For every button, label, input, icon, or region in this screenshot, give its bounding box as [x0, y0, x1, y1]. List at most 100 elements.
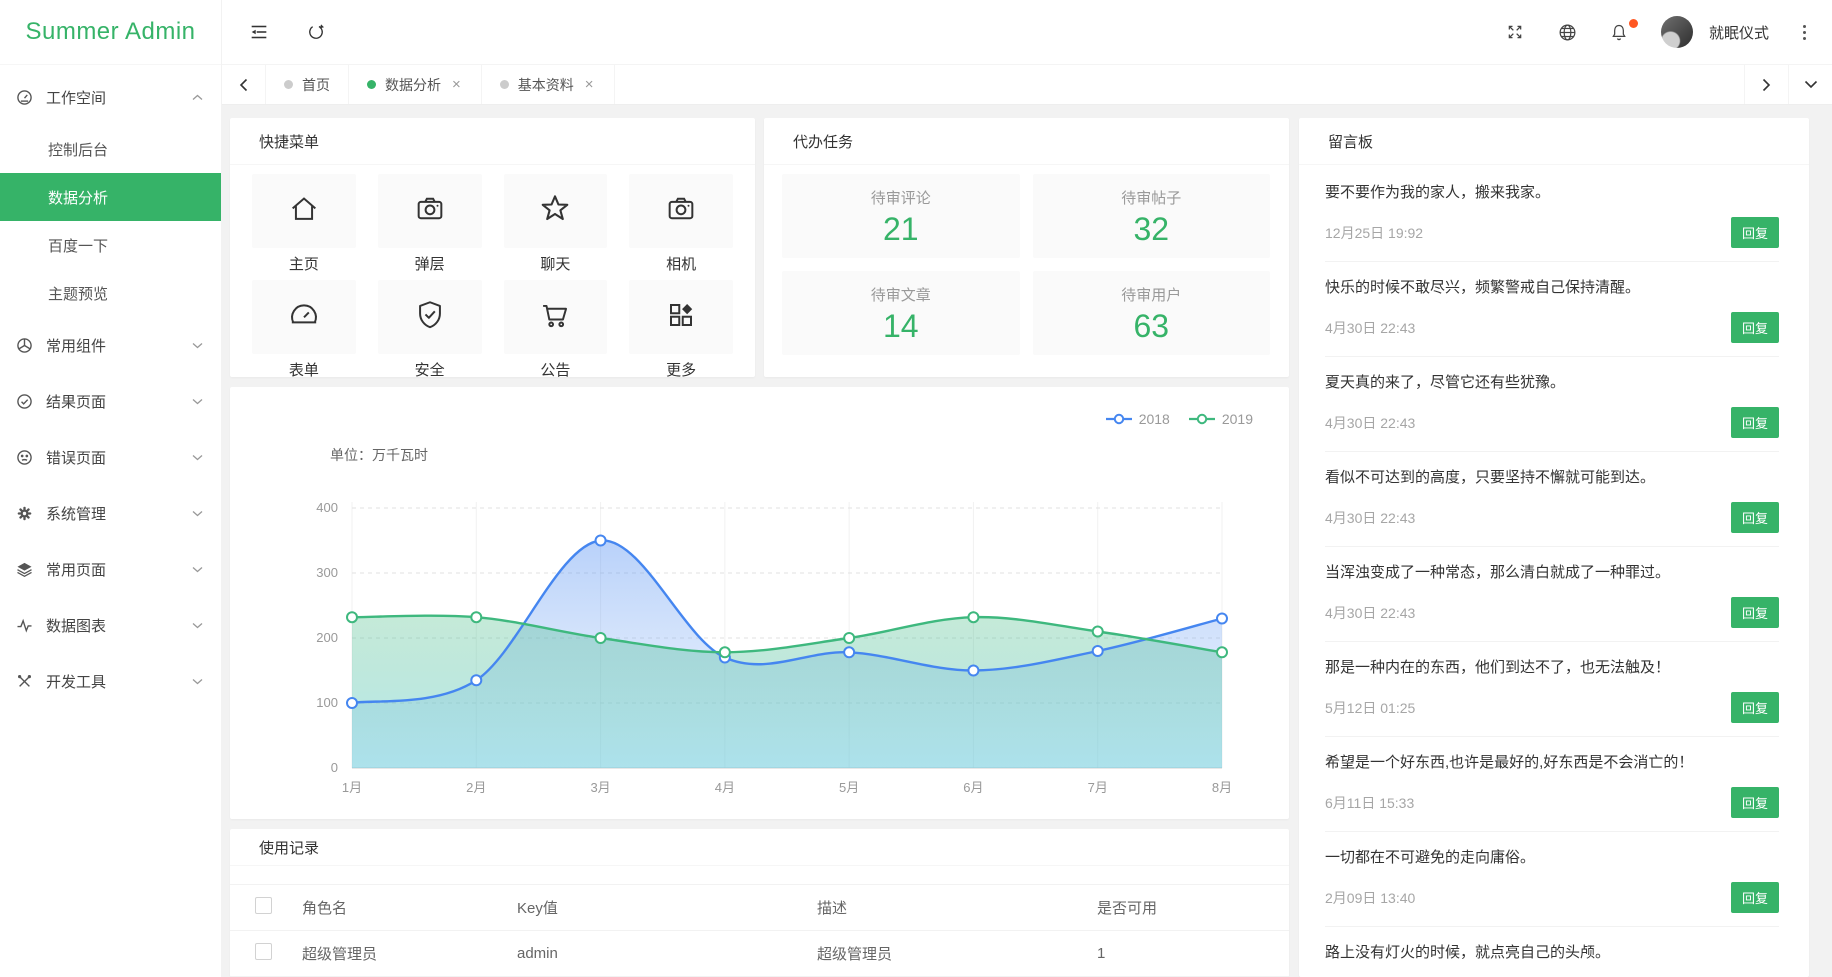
usage-records-card: 使用记录 角色名 Key值 描述 是否可用: [230, 829, 1289, 977]
refresh-icon[interactable]: [306, 21, 328, 43]
tabs-scroll-right-icon[interactable]: [1744, 65, 1788, 104]
camera-icon: [664, 192, 698, 231]
tab-data-analysis[interactable]: 数据分析 ×: [349, 65, 482, 104]
reply-button[interactable]: 回复: [1731, 882, 1779, 913]
usage-table-wrap: 角色名 Key值 描述 是否可用 超级管理员 admi: [230, 866, 1289, 977]
reply-button[interactable]: 回复: [1731, 407, 1779, 438]
tabs-menu-icon[interactable]: [1788, 65, 1832, 104]
home-icon: [287, 192, 321, 231]
fullscreen-icon[interactable]: [1505, 21, 1527, 43]
sidebar-item-data-analysis[interactable]: 数据分析: [0, 173, 221, 221]
column-header: 角色名: [302, 885, 517, 931]
legend-item-2019[interactable]: 2019: [1188, 411, 1253, 427]
legend-item-2018[interactable]: 2018: [1105, 411, 1170, 427]
sidebar-group-data-charts[interactable]: 数据图表: [0, 597, 221, 653]
sidebar-item-control-backend[interactable]: 控制后台: [0, 125, 221, 173]
sidebar-group-error-pages[interactable]: 错误页面: [0, 429, 221, 485]
todo-item-articles[interactable]: 待审文章 14: [782, 271, 1020, 355]
sidebar-group-system[interactable]: 系统管理: [0, 485, 221, 541]
app-window: Summer Admin 工作空间 控制后台 数据分析 百度一下 主题预览: [0, 0, 1832, 977]
main-area: 就眠仪式 首页 数据分析 × 基本资料 ×: [222, 0, 1832, 977]
close-icon[interactable]: ×: [450, 75, 463, 94]
message-date: 4月30日 22:43: [1325, 413, 1415, 433]
message-text: 路上没有灯火的时候，就点亮自己的头颅。: [1325, 941, 1779, 962]
message-date: 5月12日 01:25: [1325, 698, 1415, 718]
more-options-icon[interactable]: [1799, 21, 1810, 44]
sidebar-group-label: 结果页面: [46, 391, 192, 412]
card-title: 代办任务: [764, 118, 1289, 165]
sidebar-group-workspace[interactable]: 工作空间: [0, 69, 221, 125]
list-item: 快乐的时候不敢尽兴，频繁警戒自己保持清醒。 4月30日 22:43 回复: [1325, 262, 1779, 357]
notifications-bell-icon[interactable]: [1609, 21, 1631, 43]
quick-menu-item-form[interactable]: 表单: [252, 280, 356, 382]
quick-menu-item-layer[interactable]: 弹层: [378, 174, 482, 276]
svg-text:3月: 3月: [590, 780, 610, 795]
chevron-down-icon: [192, 510, 203, 517]
sidebar-submenu: 控制后台 数据分析 百度一下 主题预览: [0, 125, 221, 317]
tab-home[interactable]: 首页: [266, 65, 349, 104]
quick-menu-item-chat[interactable]: 聊天: [504, 174, 608, 276]
camera-icon: [413, 192, 447, 231]
quick-menu-item-home[interactable]: 主页: [252, 174, 356, 276]
quick-menu-label: 聊天: [504, 254, 608, 276]
username[interactable]: 就眠仪式: [1709, 22, 1769, 43]
reply-button[interactable]: 回复: [1731, 217, 1779, 248]
reply-button[interactable]: 回复: [1731, 312, 1779, 343]
list-item: 希望是一个好东西,也许是最好的,好东西是不会消亡的！ 6月11日 15:33 回…: [1325, 737, 1779, 832]
quick-menu-item-announcement[interactable]: 公告: [504, 280, 608, 382]
select-all-checkbox[interactable]: [255, 897, 272, 914]
avatar[interactable]: [1661, 16, 1693, 48]
globe-icon[interactable]: [1557, 21, 1579, 43]
message-date: 6月11日 15:33: [1325, 793, 1414, 813]
todo-value: 32: [1033, 211, 1271, 248]
chevron-down-icon: [192, 342, 203, 349]
message-text: 那是一种内在的东西，他们到达不了，也无法触及！: [1325, 656, 1779, 677]
activity-icon: [16, 617, 33, 634]
todo-item-posts[interactable]: 待审帖子 32: [1033, 174, 1271, 258]
svg-text:100: 100: [316, 695, 338, 710]
tools-icon: [16, 673, 33, 690]
svg-text:2月: 2月: [466, 780, 486, 795]
todo-item-comments[interactable]: 待审评论 21: [782, 174, 1020, 258]
todo-item-users[interactable]: 待审用户 63: [1033, 271, 1271, 355]
reply-button[interactable]: 回复: [1731, 787, 1779, 818]
sidebar-item-baidu[interactable]: 百度一下: [0, 221, 221, 269]
quick-menu-label: 主页: [252, 254, 356, 276]
todo-value: 14: [782, 308, 1020, 345]
reply-button[interactable]: 回复: [1731, 502, 1779, 533]
quick-menu-card: 快捷菜单 主页: [230, 118, 755, 377]
quick-menu-item-camera[interactable]: 相机: [629, 174, 733, 276]
tab-basic-info[interactable]: 基本资料 ×: [482, 65, 615, 104]
collapse-menu-icon[interactable]: [248, 21, 270, 43]
tab-dot: [284, 80, 293, 89]
close-icon[interactable]: ×: [583, 75, 596, 94]
quick-menu-item-security[interactable]: 安全: [378, 280, 482, 382]
tabs-scroll-left-icon[interactable]: [222, 65, 266, 104]
sidebar-group-common-pages[interactable]: 常用页面: [0, 541, 221, 597]
legend-label: 2018: [1139, 411, 1170, 427]
list-item: 当浑浊变成了一种常态，那么清白就成了一种罪过。 4月30日 22:43 回复: [1325, 547, 1779, 642]
card-title: 快捷菜单: [230, 118, 755, 165]
sidebar-group-components[interactable]: 常用组件: [0, 317, 221, 373]
sidebar-group-label: 常用页面: [46, 559, 192, 580]
row-checkbox[interactable]: [255, 943, 272, 960]
quick-menu-label: 相机: [629, 254, 733, 276]
sidebar-item-theme-preview[interactable]: 主题预览: [0, 269, 221, 317]
svg-text:4月: 4月: [715, 780, 735, 795]
quick-menu-grid: 主页 弹层: [230, 165, 755, 382]
column-header: 是否可用: [1097, 885, 1289, 931]
message-date: 2月09日 13:40: [1325, 888, 1415, 908]
reply-button[interactable]: 回复: [1731, 597, 1779, 628]
app-logo: Summer Admin: [0, 0, 221, 65]
quick-menu-item-more[interactable]: 更多: [629, 280, 733, 382]
svg-text:0: 0: [331, 760, 338, 775]
sidebar-group-dev-tools[interactable]: 开发工具: [0, 653, 221, 709]
reply-button[interactable]: 回复: [1731, 692, 1779, 723]
tab-label: 基本资料: [518, 75, 574, 95]
shield-check-icon: [413, 298, 447, 337]
todo-label: 待审文章: [782, 284, 1020, 305]
sidebar-group-result-pages[interactable]: 结果页面: [0, 373, 221, 429]
list-item: 看似不可达到的高度，只要坚持不懈就可能到达。 4月30日 22:43 回复: [1325, 452, 1779, 547]
message-date: 4月30日 22:43: [1325, 603, 1415, 623]
svg-text:8月: 8月: [1212, 780, 1232, 795]
